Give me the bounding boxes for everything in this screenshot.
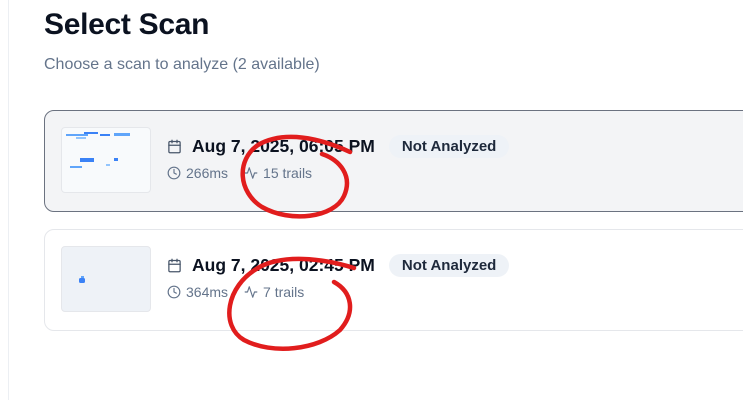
page-subtitle: Choose a scan to analyze (2 available) (44, 56, 320, 73)
calendar-icon (168, 139, 181, 153)
scan-duration: 266ms (186, 165, 229, 181)
scan-card[interactable]: Aug 7, 2025, 06:05 PM Not Analyzed 266ms… (44, 110, 743, 212)
sidebar-divider (8, 0, 9, 400)
status-badge: Not Analyzed (388, 253, 510, 277)
scan-date: Aug 7, 2025, 02:45 PM (192, 254, 375, 275)
scan-trail-count: 15 trails (263, 165, 313, 181)
clock-icon (167, 285, 181, 299)
scan-duration: 364ms (186, 284, 229, 300)
scan-card[interactable]: Aug 7, 2025, 02:45 PM Not Analyzed 364ms… (44, 229, 743, 331)
clock-icon (167, 166, 181, 180)
status-badge: Not Analyzed (388, 134, 510, 158)
scan-selection-page: Select Scan Choose a scan to analyze (2 … (0, 0, 743, 400)
scan-trail-count: 7 trails (263, 284, 305, 300)
scan-thumbnail (61, 127, 151, 193)
scan-thumbnail (61, 246, 151, 312)
page-title: Select Scan (44, 8, 210, 41)
activity-icon (244, 286, 258, 298)
activity-icon (244, 167, 258, 179)
calendar-icon (168, 258, 181, 272)
scan-date: Aug 7, 2025, 06:05 PM (192, 135, 375, 156)
